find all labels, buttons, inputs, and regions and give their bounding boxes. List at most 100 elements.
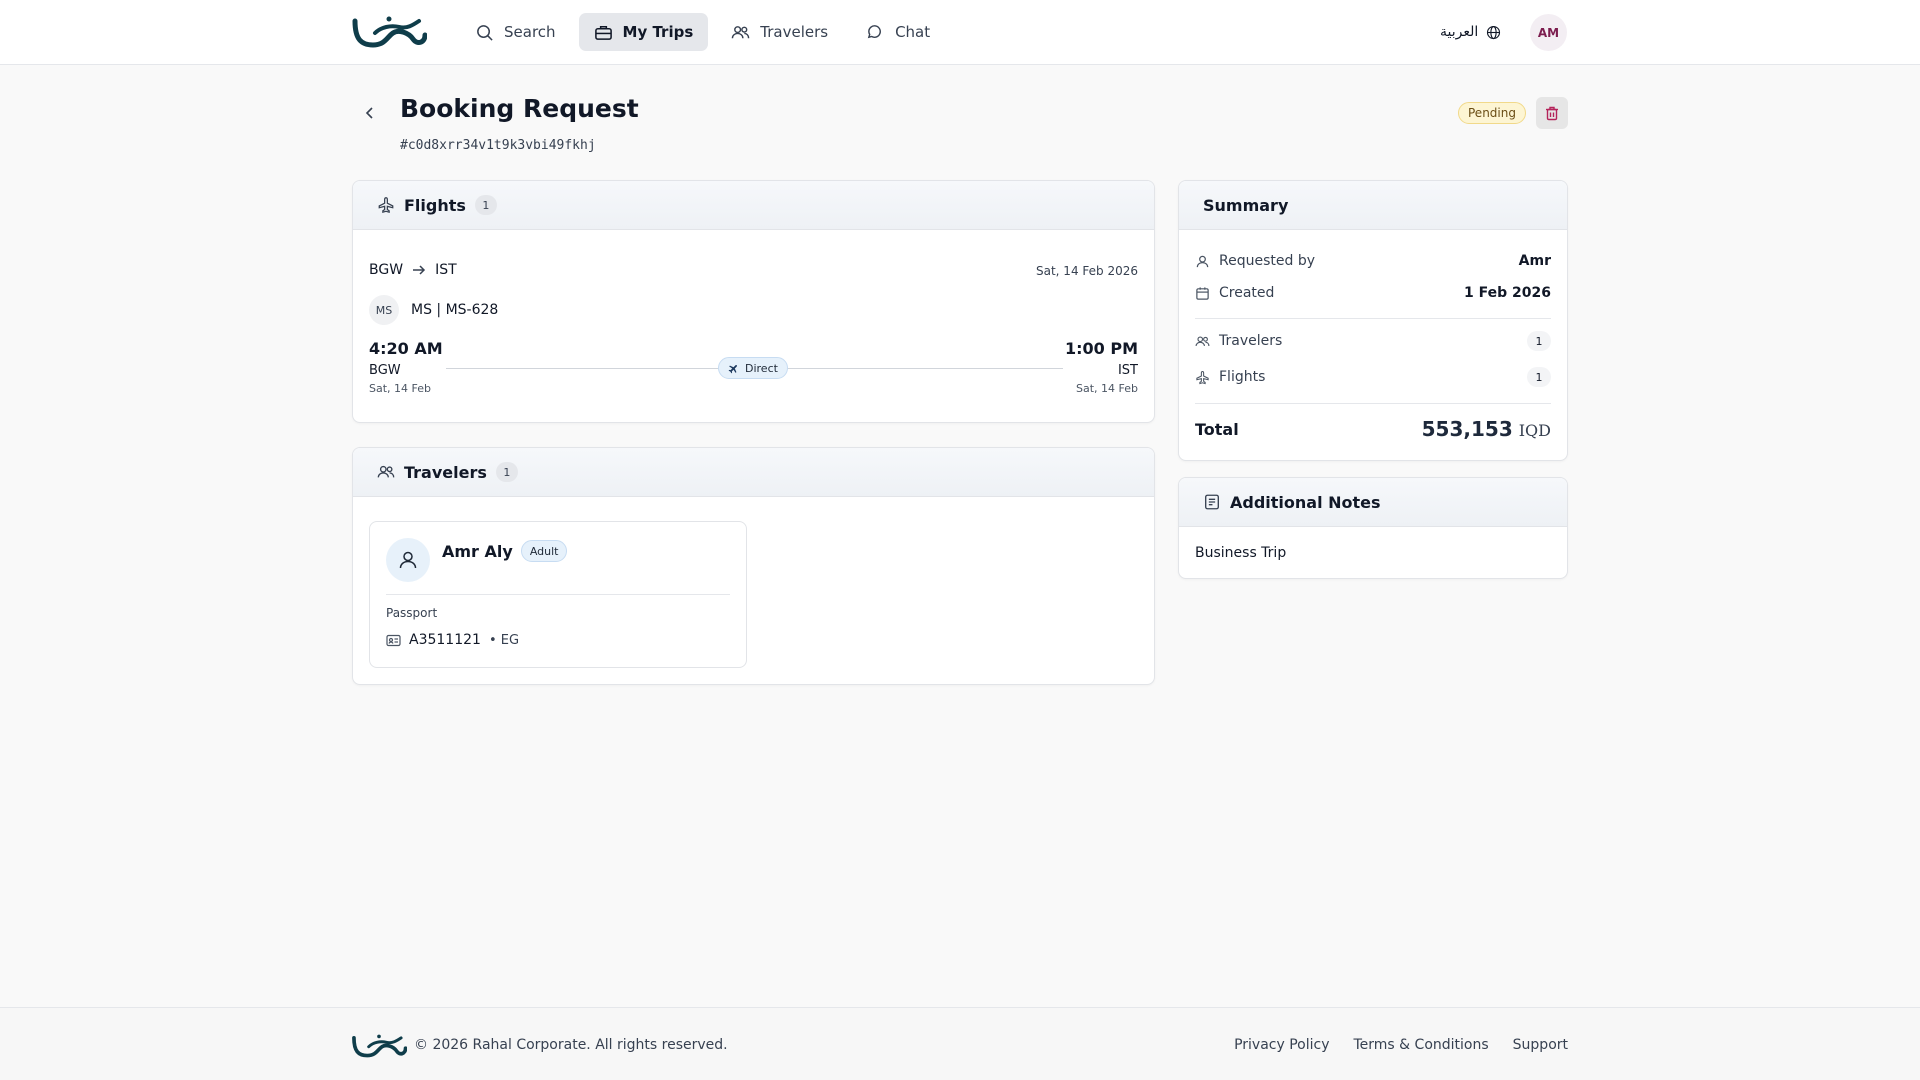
traveler-type-badge: Adult xyxy=(520,540,568,562)
status-badge: Pending xyxy=(1458,102,1526,124)
arrival-time: 1:00 PM xyxy=(1064,339,1138,358)
rahal-logo[interactable] xyxy=(351,13,427,51)
traveler-avatar xyxy=(386,538,430,582)
nav-search-label: Search xyxy=(504,23,556,41)
support-link[interactable]: Support xyxy=(1513,1037,1568,1053)
flight-route: BGW IST xyxy=(369,262,457,278)
flights-card-header: Flights 1 xyxy=(353,181,1154,230)
summary-travelers-label: Travelers xyxy=(1219,333,1283,349)
page-title: Booking Request xyxy=(400,94,639,123)
departure-block: 4:20 AM BGW Sat, 14 Feb xyxy=(369,339,443,395)
flights-count-badge: 1 xyxy=(474,195,497,215)
back-arrow-icon[interactable] xyxy=(361,104,379,122)
nav-search[interactable]: Search xyxy=(460,13,571,51)
arrow-right-icon xyxy=(413,265,426,275)
flights-title: Flights xyxy=(404,195,466,215)
notes-title: Additional Notes xyxy=(1230,492,1381,512)
arrival-block: 1:00 PM IST Sat, 14 Feb xyxy=(1065,339,1138,395)
travelers-card: Travelers 1 Amr Aly Adult Passport A3511… xyxy=(352,447,1155,685)
airline-logo: MS xyxy=(369,295,399,325)
summary-created-row: Created 1 Feb 2026 xyxy=(1195,285,1551,301)
nav-travelers[interactable]: Travelers xyxy=(716,13,843,51)
divider xyxy=(1195,403,1551,404)
flight-date: Sat, 14 Feb 2026 xyxy=(1036,264,1138,278)
summary-title: Summary xyxy=(1203,195,1289,215)
traveler-card[interactable]: Amr Aly Adult Passport A3511121 • EG xyxy=(369,521,747,668)
stops-badge: Direct xyxy=(718,357,788,379)
arrival-code: IST xyxy=(1117,363,1138,378)
notes-card-header: Additional Notes xyxy=(1179,478,1567,527)
calendar-icon xyxy=(1196,286,1209,300)
summary-requested-by-row: Requested by Amr xyxy=(1195,253,1551,269)
summary-flights-row: Flights 1 xyxy=(1195,367,1551,387)
plane-icon xyxy=(378,197,394,214)
arrival-date: Sat, 14 Feb xyxy=(1076,382,1138,395)
notes-text: Business Trip xyxy=(1195,545,1287,561)
summary-travelers-row: Travelers 1 xyxy=(1195,331,1551,351)
summary-flights-label: Flights xyxy=(1219,369,1266,385)
summary-card-header: Summary xyxy=(1179,181,1567,230)
nav-chat[interactable]: Chat xyxy=(851,13,945,51)
total-currency: IQD xyxy=(1518,421,1551,440)
divider xyxy=(386,594,730,595)
passport-country: • EG xyxy=(488,632,520,648)
users-icon xyxy=(377,465,395,478)
footer-links: Privacy Policy Terms & Conditions Suppor… xyxy=(1234,1037,1568,1053)
flights-card: Flights 1 BGW IST Sat, 14 Feb 2026 MS MS… xyxy=(352,180,1155,423)
travelers-title: Travelers xyxy=(404,462,487,482)
route-origin: BGW xyxy=(369,262,404,278)
user-icon xyxy=(1196,255,1209,267)
language-switcher[interactable]: العربية xyxy=(1440,20,1501,44)
footer: © 2026 Rahal Corporate. All rights reser… xyxy=(0,1007,1920,1080)
traveler-name: Amr Aly xyxy=(442,541,513,561)
created-value: 1 Feb 2026 xyxy=(1464,285,1551,301)
departure-date: Sat, 14 Feb xyxy=(369,382,431,395)
nav-chat-label: Chat xyxy=(895,23,931,41)
summary-card: Summary Requested by Amr Created 1 Feb 2… xyxy=(1178,180,1568,461)
users-icon xyxy=(1195,335,1210,346)
plane-small-icon xyxy=(728,364,737,373)
delete-button[interactable] xyxy=(1536,97,1568,129)
main-nav: Search My Trips Travelers Chat xyxy=(460,13,945,51)
copyright-text: © 2026 Rahal Corporate. All rights reser… xyxy=(414,1037,728,1053)
top-nav-bar: Search My Trips Travelers Chat العربية A… xyxy=(0,0,1920,65)
requested-by-value: Amr xyxy=(1518,253,1551,269)
briefcase-icon xyxy=(594,25,612,40)
travelers-count-badge: 1 xyxy=(495,462,518,482)
travelers-card-header: Travelers 1 xyxy=(353,448,1154,497)
trash-icon xyxy=(1546,106,1558,120)
user-avatar[interactable]: AM xyxy=(1530,14,1567,51)
created-label: Created xyxy=(1219,285,1275,301)
privacy-policy-link[interactable]: Privacy Policy xyxy=(1234,1037,1329,1053)
departure-code: BGW xyxy=(369,363,401,378)
nav-my-trips[interactable]: My Trips xyxy=(578,13,709,51)
summary-travelers-count: 1 xyxy=(1527,331,1551,351)
language-label: العربية xyxy=(1440,24,1479,40)
chat-icon xyxy=(867,24,882,38)
total-label: Total xyxy=(1195,419,1239,439)
plane-icon xyxy=(1196,370,1209,384)
notes-icon xyxy=(1205,494,1219,510)
total-value: 553,153 xyxy=(1421,417,1513,441)
traveler-name-row: Amr Aly Adult xyxy=(442,540,568,562)
airline-row: MS MS | MS-628 xyxy=(369,295,498,325)
id-card-icon xyxy=(386,634,401,646)
passport-label: Passport xyxy=(386,606,438,620)
airline-flight-number: MS | MS-628 xyxy=(411,302,499,318)
globe-icon xyxy=(1487,25,1501,39)
requested-by-label: Requested by xyxy=(1219,253,1315,269)
divider xyxy=(1195,318,1551,319)
rahal-logo[interactable] xyxy=(351,1032,407,1060)
departure-time: 4:20 AM xyxy=(369,339,443,358)
stops-label: Direct xyxy=(745,361,778,375)
summary-flights-count: 1 xyxy=(1527,367,1551,387)
users-icon xyxy=(731,25,750,38)
user-icon xyxy=(399,551,417,569)
passport-number: A3511121 xyxy=(409,632,481,648)
nav-my-trips-label: My Trips xyxy=(622,23,694,41)
notes-card: Additional Notes Business Trip xyxy=(1178,477,1568,579)
search-icon xyxy=(477,24,493,41)
summary-total-row: Total 553,153 IQD xyxy=(1195,417,1551,441)
passport-row: A3511121 • EG xyxy=(386,632,519,648)
terms-link[interactable]: Terms & Conditions xyxy=(1354,1037,1489,1053)
